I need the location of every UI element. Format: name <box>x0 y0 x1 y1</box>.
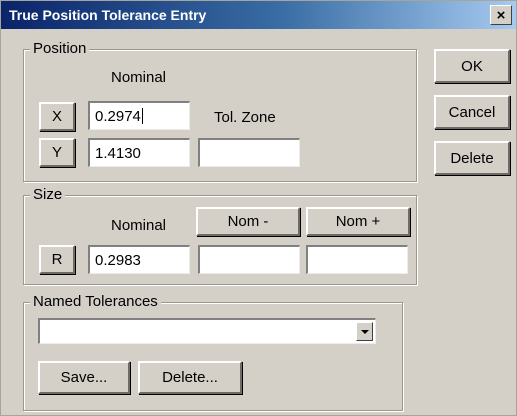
nom-minus-input[interactable] <box>198 245 300 274</box>
r-button[interactable]: R <box>39 245 75 274</box>
y-button[interactable]: Y <box>39 138 75 167</box>
window-title: True Position Tolerance Entry <box>9 7 207 23</box>
size-nominal-label: Nominal <box>111 217 167 234</box>
tol-zone-input[interactable] <box>198 138 300 167</box>
r-nominal-input[interactable]: 0.2983 <box>88 245 190 274</box>
delete-button[interactable]: Delete <box>434 141 510 175</box>
title-bar[interactable]: True Position Tolerance Entry × <box>1 1 516 29</box>
position-legend: Position <box>30 40 90 57</box>
ok-button[interactable]: OK <box>434 49 510 83</box>
close-button[interactable]: × <box>490 5 512 25</box>
cancel-button[interactable]: Cancel <box>434 95 510 129</box>
nom-plus-button[interactable]: Nom + <box>306 207 410 236</box>
r-nominal-value: 0.2983 <box>95 251 141 269</box>
save-button[interactable]: Save... <box>38 361 130 394</box>
text-caret <box>141 108 143 124</box>
delete-named-button[interactable]: Delete... <box>138 361 242 394</box>
nom-plus-input[interactable] <box>306 245 408 274</box>
named-tolerances-select[interactable] <box>38 318 376 344</box>
nom-minus-button[interactable]: Nom - <box>196 207 300 236</box>
y-nominal-input[interactable]: 1.4130 <box>88 138 190 167</box>
x-button[interactable]: X <box>39 102 75 131</box>
dialog-window: True Position Tolerance Entry × Position… <box>0 0 517 416</box>
size-legend: Size <box>30 186 66 203</box>
chevron-down-icon <box>360 329 369 334</box>
x-nominal-input[interactable]: 0.2974 <box>88 101 190 130</box>
named-tolerances-legend: Named Tolerances <box>30 293 161 310</box>
y-nominal-value: 1.4130 <box>95 144 141 162</box>
tol-zone-label: Tol. Zone <box>214 109 276 126</box>
dropdown-arrow-button[interactable] <box>356 322 373 341</box>
x-nominal-value: 0.2974 <box>95 107 141 125</box>
position-nominal-label: Nominal <box>111 69 167 86</box>
